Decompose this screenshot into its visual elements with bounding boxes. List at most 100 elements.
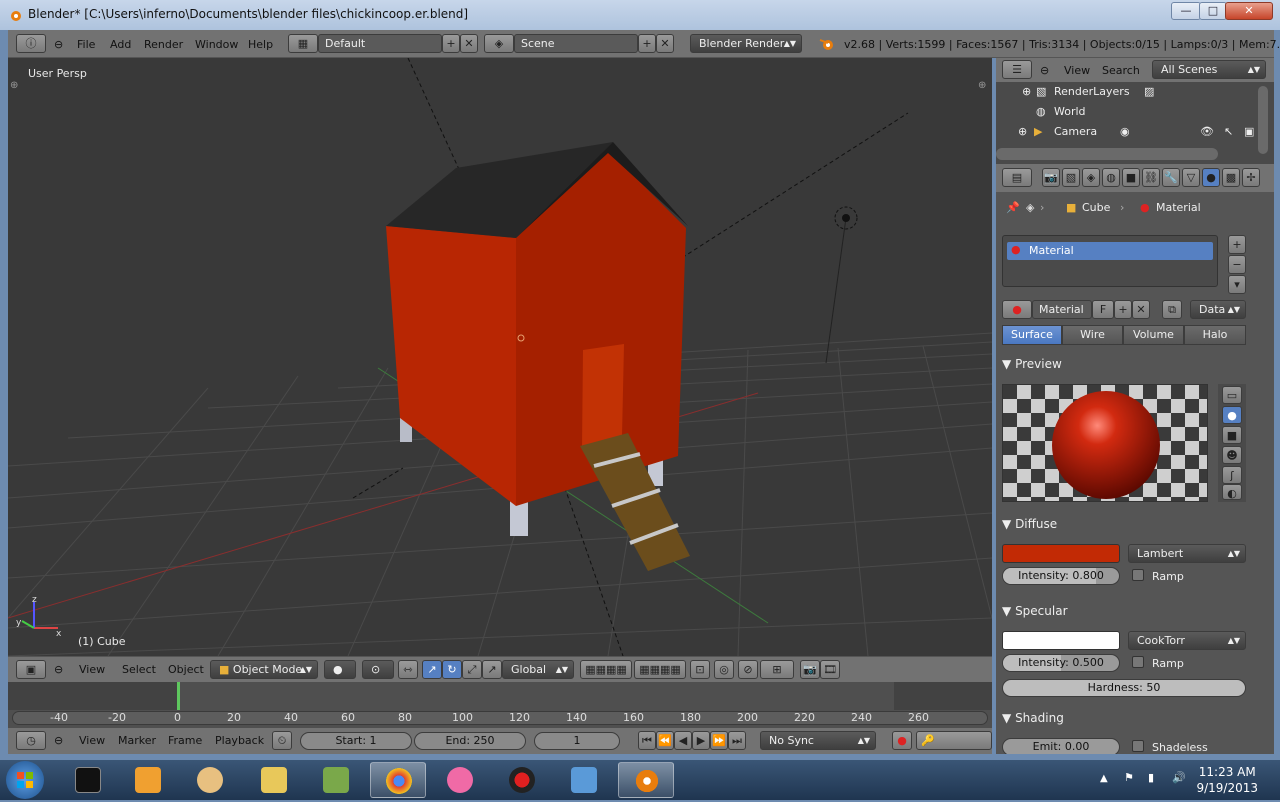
add-slot-button[interactable]: + [1228,235,1246,254]
mode-dropdown[interactable]: ■ Object Mode ▲▼ [210,660,318,679]
tray-expand-icon[interactable]: ▲ [1100,773,1108,784]
link-dropdown[interactable]: Data ▲▼ [1190,300,1246,319]
editor-type-button[interactable]: ⓘ [16,34,46,53]
menu-select[interactable]: Select [122,663,156,676]
keying-set-icon[interactable]: 🔑 [916,731,992,750]
taskbar-blender[interactable] [618,762,674,798]
fake-user-button[interactable]: F [1092,300,1114,319]
diffuse-color-swatch[interactable] [1002,544,1120,563]
translate-manipulator-icon[interactable]: ↗ [422,660,442,679]
menu-file[interactable]: File [77,38,95,51]
current-frame-indicator[interactable] [177,682,180,710]
menu-search[interactable]: Search [1102,64,1140,77]
layers-grid-1[interactable]: ▦▦▦▦ [580,660,632,679]
sync-mode-dropdown[interactable]: No Sync ▲▼ [760,731,876,750]
render-engine-dropdown[interactable]: Blender Render ▲▼ [690,34,802,53]
timeline-scrollbar[interactable] [12,711,988,725]
jump-start-icon[interactable]: ⏮ [638,731,656,750]
tab-volume[interactable]: Volume [1123,325,1184,345]
preview-sky-icon[interactable]: ◐ [1222,484,1242,500]
remove-slot-button[interactable]: − [1228,255,1246,274]
coop-door[interactable] [582,344,624,450]
render-tab-icon[interactable]: 📷 [1042,168,1060,187]
emit-slider[interactable]: Emit: 0.00 [1002,738,1120,754]
new-material-button[interactable]: + [1114,300,1132,319]
pivot-dropdown[interactable]: ⊙ [362,660,394,679]
expand-icon[interactable]: ⊕ [1018,122,1027,142]
specular-panel-header[interactable]: ▼ Specular [1002,600,1252,622]
scene-icon[interactable]: ◈ [484,34,514,53]
diffuse-panel-header[interactable]: ▼ Diffuse [1002,513,1252,535]
taskbar-paint[interactable] [182,762,238,798]
preview-panel-header[interactable]: ▼ Preview [1002,353,1252,375]
specular-ramp-checkbox[interactable] [1132,656,1144,668]
taskbar-explorer[interactable] [246,762,302,798]
preview-cube-icon[interactable]: ■ [1222,426,1242,444]
data-tab-icon[interactable]: ▽ [1182,168,1200,187]
material-slot-row[interactable]: ● Material [1007,242,1213,260]
diffuse-ramp-checkbox[interactable] [1132,569,1144,581]
tab-wire[interactable]: Wire [1062,325,1123,345]
add-screen-icon[interactable]: + [442,34,460,53]
menu-playback[interactable]: Playback [215,734,264,747]
constraints-tab-icon[interactable]: ⛓ [1142,168,1160,187]
end-frame-field[interactable]: End: 250 [414,732,526,750]
world-tab-icon[interactable]: ◍ [1102,168,1120,187]
editor-type-button[interactable]: ☰ [1002,60,1032,79]
material-browse-button[interactable]: ● [1002,300,1032,319]
coop-left-wall[interactable] [386,226,516,506]
shading-panel-header[interactable]: ▼ Shading [1002,707,1252,729]
menu-help[interactable]: Help [248,38,273,51]
close-button[interactable]: ✕ [1225,2,1273,20]
menu-add[interactable]: Add [110,38,131,51]
preview-sphere-icon[interactable]: ● [1222,406,1242,424]
taskbar-game[interactable] [308,762,364,798]
play-icon[interactable]: ▶ [692,731,710,750]
collapse-menu-icon[interactable]: ⊖ [1040,64,1049,77]
collapse-menu-icon[interactable]: ⊖ [54,734,63,747]
particles-tab-icon[interactable]: ✢ [1242,168,1260,187]
specular-intensity-slider[interactable]: Intensity: 0.500 [1002,654,1120,672]
pin-icon[interactable]: 📌 [1006,201,1020,214]
minimize-button[interactable]: — [1171,2,1201,20]
diffuse-intensity-slider[interactable]: Intensity: 0.800 [1002,567,1120,585]
prev-keyframe-icon[interactable]: ⏪ [656,731,674,750]
orientation-dropdown[interactable]: Global ▲▼ [502,660,574,679]
scene-tab-icon[interactable]: ◈ [1082,168,1100,187]
collapse-menu-icon[interactable]: ⊖ [54,663,63,676]
specular-color-swatch[interactable] [1002,631,1120,650]
tray-power-icon[interactable]: ▮ [1148,771,1154,784]
screen-layout-icon[interactable]: ▦ [288,34,318,53]
preview-range-icon[interactable]: ⏲ [272,731,292,750]
screen-layout-field[interactable]: Default [318,34,442,53]
taskbar-network[interactable] [556,762,612,798]
hardness-slider[interactable]: Hardness: 50 [1002,679,1246,697]
tray-action-center-icon[interactable]: ⚑ [1124,771,1134,784]
specular-shader-dropdown[interactable]: CookTorr ▲▼ [1128,631,1246,650]
object-tab-icon[interactable]: ■ [1122,168,1140,187]
manipulator-extra-icon[interactable]: ↗ [482,660,502,679]
material-name-field[interactable]: Material [1032,300,1092,319]
snap-toggle-icon[interactable]: ⊘ [738,660,758,679]
outliner-row-world[interactable]: ◍ World [996,102,1274,122]
remove-scene-icon[interactable]: ✕ [656,34,674,53]
preview-monkey-icon[interactable]: ☻ [1222,446,1242,464]
menu-view[interactable]: View [79,734,105,747]
slot-specials-button[interactable]: ▾ [1228,275,1246,294]
renderlayers-tab-icon[interactable]: ▧ [1062,168,1080,187]
corner-widget[interactable]: ⊕ [978,80,986,91]
tab-halo[interactable]: Halo [1184,325,1246,345]
editor-type-button[interactable]: ▣ [16,660,46,679]
menu-view[interactable]: View [79,663,105,676]
timeline-area[interactable]: -40 -20 0 20 40 60 80 100 120 140 160 18… [8,682,992,728]
taskbar-recorder[interactable] [494,762,550,798]
current-frame-field[interactable]: 1 [534,732,620,750]
add-scene-icon[interactable]: + [638,34,656,53]
editor-type-button[interactable]: ◷ [16,731,46,750]
start-button[interactable] [6,761,44,799]
remove-screen-icon[interactable]: ✕ [460,34,478,53]
material-tab-icon[interactable]: ● [1202,168,1220,187]
record-icon[interactable]: ● [892,731,912,750]
outliner-row-camera[interactable]: ⊕ ▶ Camera ◉ 👁 ↖ ▣ [996,122,1274,142]
3d-viewport[interactable]: z y x ⊕ ⊕ User Persp (1) Cube [8,58,992,656]
